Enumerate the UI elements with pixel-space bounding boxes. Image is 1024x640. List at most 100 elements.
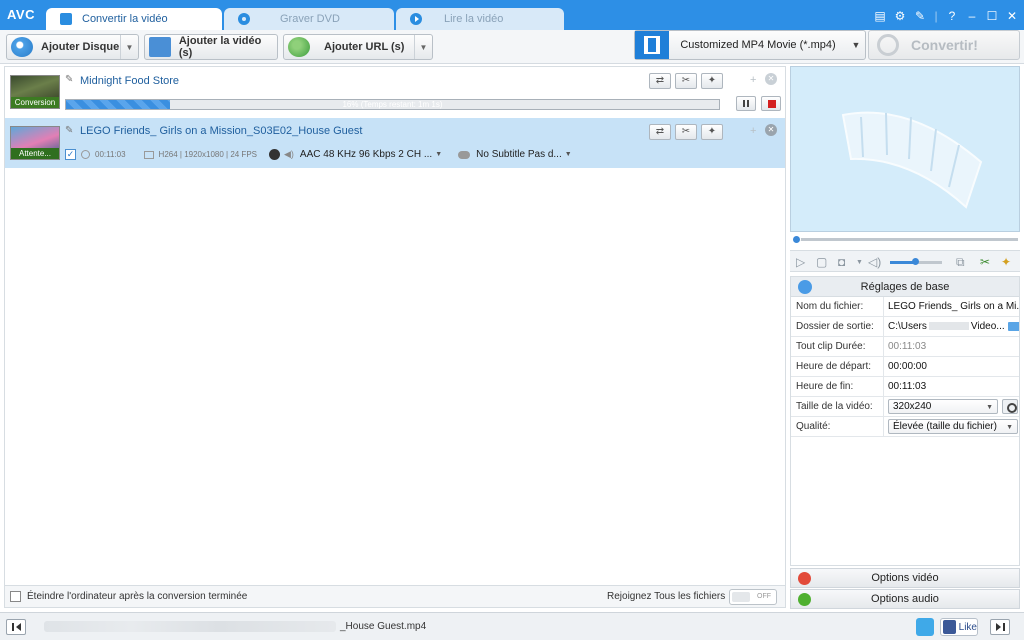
chevron-down-icon[interactable]: ▼: [414, 35, 432, 59]
shutdown-checkbox[interactable]: [10, 591, 21, 602]
chevron-down-icon: ▼: [1006, 424, 1013, 431]
volume-slider[interactable]: [890, 258, 942, 265]
help-icon[interactable]: ?: [942, 8, 962, 24]
seek-slider[interactable]: [790, 234, 1020, 246]
stop-button[interactable]: [761, 96, 781, 111]
play-icon[interactable]: ▷: [796, 255, 805, 269]
setting-label: Tout clip Durée:: [791, 337, 884, 356]
video-thumbnail[interactable]: Conversion: [10, 75, 60, 109]
add-url-label: Ajouter URL (s): [324, 41, 405, 53]
camera-icon[interactable]: ◘: [838, 255, 845, 269]
chevron-down-icon: ▼: [986, 404, 993, 411]
chevron-down-icon[interactable]: ▼: [435, 151, 442, 158]
film-add-icon: [149, 37, 171, 57]
player-controls: ▷ ▢ ◘ ▼ ◁) ⧉ ✂ ✦: [790, 250, 1020, 272]
rename-icon[interactable]: ✎: [65, 126, 75, 136]
plus-icon[interactable]: +: [750, 74, 756, 86]
chevron-down-icon: ▼: [564, 151, 572, 158]
speaker-icon[interactable]: ◁): [868, 255, 881, 269]
progress-bar: 16% (Temps restant: 1m 1s): [65, 99, 720, 110]
remove-icon[interactable]: ✕: [765, 124, 777, 136]
tab-label: Convertir la vidéo: [82, 13, 168, 25]
video-options-button[interactable]: Options vidéo: [790, 568, 1020, 588]
scissors-icon[interactable]: ✂: [675, 73, 697, 89]
file-duration: 00:11:03: [95, 150, 126, 159]
file-meta: ✓ 00:11:03 H264 | 1920x1080 | 24 FPS ◀) …: [65, 149, 572, 160]
minimize-icon[interactable]: –: [962, 8, 982, 24]
start-time-field[interactable]: 00:00:00: [884, 357, 1019, 376]
rename-icon[interactable]: ✎: [65, 75, 75, 85]
end-time-field[interactable]: 00:11:03: [884, 377, 1019, 396]
convert-settings-icon[interactable]: ⇄: [649, 124, 671, 140]
list-icon[interactable]: ▤: [870, 8, 890, 24]
magic-wand-icon[interactable]: ✦: [1001, 255, 1011, 269]
quality-select[interactable]: Élevée (taille du fichier) ▼: [888, 419, 1018, 434]
subtitle-select[interactable]: No Subtitle Pas d... ▼: [458, 149, 572, 160]
close-icon[interactable]: ✕: [1002, 8, 1022, 24]
title-bar: AVC Convertir la vidéo Graver DVD Lire l…: [0, 0, 1024, 30]
video-options-label: Options vidéo: [871, 572, 939, 584]
remove-icon[interactable]: ✕: [765, 73, 777, 85]
tab-play-video[interactable]: Lire la vidéo: [396, 8, 564, 30]
plus-icon[interactable]: +: [750, 125, 756, 137]
wrench-icon[interactable]: ✎: [910, 8, 930, 24]
setting-row-video-size: Taille de la vidéo: 320x240 ▼: [791, 397, 1019, 417]
add-url-button[interactable]: Ajouter URL (s) ▼: [283, 34, 433, 60]
disc-icon: [238, 13, 250, 25]
filename-field[interactable]: LEGO Friends_ Girls on a Mi...: [884, 297, 1019, 316]
window-controls: ▤ ⚙ ✎ | ? – ☐ ✕: [870, 8, 1022, 24]
file-row[interactable]: Attente... ✎ LEGO Friends_ Girls on a Mi…: [5, 118, 785, 168]
setting-row-filename: Nom du fichier: LEGO Friends_ Girls on a…: [791, 297, 1019, 317]
toggle-state: OFF: [757, 593, 771, 600]
copy-icon[interactable]: ⧉: [956, 255, 965, 270]
file-row[interactable]: Conversion ✎ Midnight Food Store ⇄ ✂ ✦ +…: [5, 67, 785, 117]
magic-wand-icon[interactable]: ✦: [701, 73, 723, 89]
row-actions: ⇄ ✂ ✦: [649, 124, 723, 140]
audio-track-select[interactable]: AAC 48 KHz 96 Kbps 2 CH ...: [300, 149, 432, 160]
setting-row-start-time: Heure de départ: 00:00:00: [791, 357, 1019, 377]
chevron-down-icon: ▼: [851, 40, 861, 50]
settings-panel: Réglages de base Nom du fichier: LEGO Fr…: [790, 276, 1020, 566]
maximize-icon[interactable]: ☐: [982, 8, 1002, 24]
gear-icon[interactable]: ⚙: [890, 8, 910, 24]
pause-button[interactable]: [736, 96, 756, 111]
facebook-like-button[interactable]: Like: [940, 618, 978, 636]
chevron-down-icon[interactable]: ▼: [856, 259, 863, 266]
setting-label: Heure de départ:: [791, 357, 884, 376]
row-actions: ⇄ ✂ ✦: [649, 73, 723, 89]
app-logo: AVC: [7, 7, 35, 22]
scissors-icon[interactable]: ✂: [675, 124, 697, 140]
output-folder-field[interactable]: C:\Users Video...: [884, 317, 1019, 336]
magic-wand-icon[interactable]: ✦: [701, 124, 723, 140]
subtitle-label: No Subtitle Pas d...: [476, 149, 562, 160]
add-video-button[interactable]: Ajouter la vidéo (s): [144, 34, 278, 60]
gear-icon[interactable]: [1002, 399, 1018, 414]
profile-label: Customized MP4 Movie (*.mp4): [680, 39, 836, 51]
file-name: Midnight Food Store: [80, 75, 180, 87]
join-files-toggle[interactable]: OFF: [729, 589, 777, 605]
video-size-select[interactable]: 320x240 ▼: [888, 399, 998, 414]
video-thumbnail[interactable]: Attente...: [10, 126, 60, 160]
collapse-left-icon[interactable]: [6, 619, 26, 635]
add-video-label: Ajouter la vidéo (s): [178, 35, 262, 59]
add-disc-button[interactable]: Ajouter Disque ▼: [6, 34, 139, 60]
audio-options-button[interactable]: Options audio: [790, 589, 1020, 609]
settings-icon: [798, 280, 812, 294]
twitter-icon[interactable]: [916, 618, 934, 636]
chevron-down-icon[interactable]: ▼: [120, 35, 138, 59]
folder-icon[interactable]: [1007, 321, 1019, 331]
tab-convert-video[interactable]: Convertir la vidéo: [46, 8, 222, 30]
output-profile-select[interactable]: Customized MP4 Movie (*.mp4) ▼: [634, 30, 866, 60]
tab-label: Graver DVD: [280, 13, 340, 25]
video-preview: [790, 66, 1020, 232]
checkbox-checked-icon[interactable]: ✓: [65, 149, 76, 160]
scissors-icon[interactable]: ✂: [980, 255, 990, 269]
audio-track-icon: [269, 149, 280, 160]
stop-icon[interactable]: ▢: [816, 255, 827, 269]
seek-handle[interactable]: [792, 235, 801, 244]
collapse-right-icon[interactable]: [990, 619, 1010, 635]
settings-header[interactable]: Réglages de base: [791, 277, 1019, 297]
tab-burn-dvd[interactable]: Graver DVD: [224, 8, 394, 30]
convert-button[interactable]: Convertir!: [868, 30, 1020, 60]
convert-settings-icon[interactable]: ⇄: [649, 73, 671, 89]
